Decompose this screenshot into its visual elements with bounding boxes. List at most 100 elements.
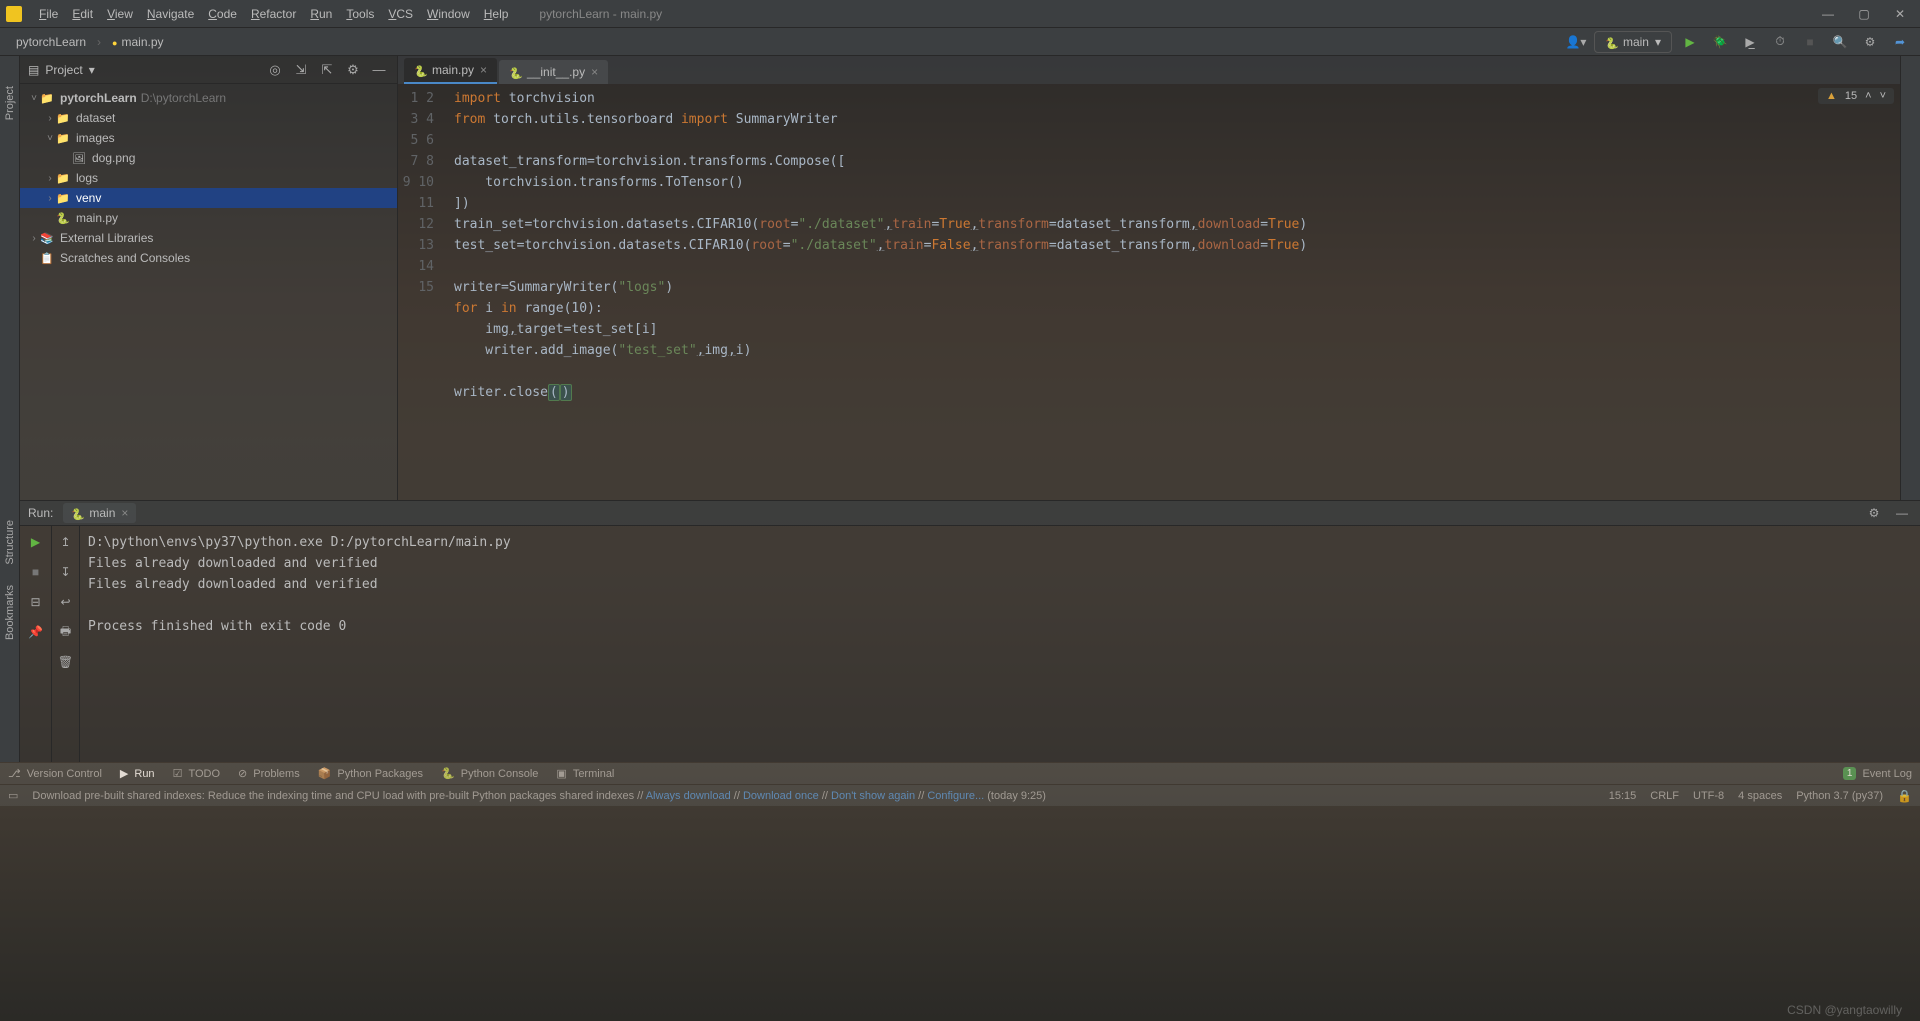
tab-structure[interactable]: Structure [2,510,18,575]
expand-all-icon[interactable]: ⇲ [291,60,311,80]
gear-icon[interactable]: ⚙ [1864,503,1884,523]
menu-file[interactable]: File [32,3,65,25]
clear-icon[interactable]: 🗑 [56,652,76,672]
image-icon: 🖼 [72,152,88,165]
tool-run[interactable]: ▶Run [120,767,155,780]
scratches-consoles[interactable]: 📋 Scratches and Consoles [20,248,397,268]
code-editor[interactable]: import torchvision from torch.utils.tens… [448,84,1900,500]
tree-item-venv[interactable]: ›📁venv [20,188,397,208]
run-tab[interactable]: main × [63,503,136,523]
navigation-bar: pytorchLearn › main.py 👤▾ main ▾ ▶ 🪲 ▶̲ … [0,28,1920,56]
project-panel: ▤ Project ▾ ◎ ⇲ ⇱ ⚙ — ˅ 📁 pytorchLearn D… [20,56,398,500]
breadcrumb-root[interactable]: pytorchLearn [8,32,94,52]
maximize-icon[interactable]: ▢ [1856,6,1872,22]
close-icon[interactable]: ✕ [1892,6,1908,22]
python-icon [414,64,426,76]
debug-button[interactable]: 🪲 [1708,30,1732,54]
tree-item-main-py[interactable]: 🐍main.py [20,208,397,228]
close-icon[interactable]: × [121,506,128,520]
python-icon: 🐍 [56,212,72,225]
breadcrumb-file[interactable]: main.py [104,32,171,52]
minimize-panel-icon[interactable]: — [1892,503,1912,523]
menu-view[interactable]: View [100,3,140,25]
cursor-position[interactable]: 15:15 [1609,790,1637,802]
editor-area: main.py×__init__.py× ▲ 15 ˄ ˅ 1 2 3 4 5 … [398,56,1900,500]
editor-gutter[interactable]: 1 2 3 4 5 6 7 8 9 10 11 12 13 14 15 [398,84,448,500]
profile-button[interactable]: ⏱ [1768,30,1792,54]
menu-help[interactable]: Help [477,3,516,25]
target-icon[interactable]: ◎ [265,60,285,80]
menu-run[interactable]: Run [303,3,339,25]
tool-python-packages[interactable]: 📦Python Packages [318,767,423,780]
run-tool-window: Structure Bookmarks Run: main × ⚙ — ▶ ■ … [0,500,1920,762]
menu-edit[interactable]: Edit [65,3,100,25]
tool-python-console[interactable]: 🐍Python Console [441,767,538,780]
chevron-down-icon: ˅ [28,93,40,104]
interpreter[interactable]: Python 3.7 (py37) [1796,790,1883,802]
rerun-button[interactable]: ▶ [26,532,46,552]
run-button[interactable]: ▶ [1678,30,1702,54]
menu-code[interactable]: Code [201,3,244,25]
editor-tab-main-py[interactable]: main.py× [404,58,497,84]
run-configuration-selector[interactable]: main ▾ [1594,31,1672,53]
menu-tools[interactable]: Tools [339,3,381,25]
close-icon[interactable]: × [591,65,598,79]
editor-tab-__init__-py[interactable]: __init__.py× [499,60,608,84]
tab-project[interactable]: Project [2,76,18,130]
tool-terminal[interactable]: ▣Terminal [556,767,614,780]
file-encoding[interactable]: UTF-8 [1693,790,1724,802]
layout-icon[interactable]: ⊟ [26,592,46,612]
menu-window[interactable]: Window [420,3,477,25]
chevron-down-icon[interactable]: ˅ [1880,90,1886,102]
status-bar: ▭ Download pre-built shared indexes: Red… [0,784,1920,806]
tree-item-dataset[interactable]: ›📁dataset [20,108,397,128]
status-link[interactable]: Configure... [927,790,984,802]
event-log[interactable]: 1Event Log [1843,767,1912,780]
tool-problems[interactable]: ⊘Problems [238,767,300,780]
print-icon[interactable]: 🖶 [56,622,76,642]
status-link[interactable]: Always download [646,790,731,802]
tab-bookmarks[interactable]: Bookmarks [2,575,18,650]
stop-button[interactable]: ■ [1798,30,1822,54]
menu-navigate[interactable]: Navigate [140,3,201,25]
ide-jump-icon[interactable]: ➦ [1888,30,1912,54]
lock-icon[interactable]: 🔒 [1897,789,1912,803]
status-link[interactable]: Don't show again [831,790,915,802]
tree-item-logs[interactable]: ›📁logs [20,168,397,188]
inspection-widget[interactable]: ▲ 15 ˄ ˅ [1818,88,1894,104]
minimize-panel-icon[interactable]: — [369,60,389,80]
folder-icon: ▤ [28,63,39,77]
python-icon [71,507,83,519]
tree-root[interactable]: ˅ 📁 pytorchLearn D:\pytorchLearn [20,88,397,108]
tool-version-control[interactable]: ⎇Version Control [8,767,102,780]
status-link[interactable]: Download once [743,790,819,802]
collapse-all-icon[interactable]: ⇱ [317,60,337,80]
line-separator[interactable]: CRLF [1650,790,1679,802]
close-icon[interactable]: × [480,63,487,77]
menu-vcs[interactable]: VCS [381,3,420,25]
soft-wrap-icon[interactable]: ↩ [56,592,76,612]
notification-icon[interactable]: ▭ [8,789,18,802]
stop-button[interactable]: ■ [26,562,46,582]
coverage-button[interactable]: ▶̲ [1738,30,1762,54]
external-libraries[interactable]: › 📚 External Libraries [20,228,397,248]
status-message: Download pre-built shared indexes: Reduc… [32,790,1594,802]
step-down-icon[interactable]: ↧ [56,562,76,582]
tool-todo[interactable]: ☑TODO [173,767,220,780]
search-icon[interactable]: 🔍 [1828,30,1852,54]
settings-icon[interactable]: ⚙ [1858,30,1882,54]
minimize-icon[interactable]: — [1820,6,1836,22]
chevron-up-icon[interactable]: ˄ [1865,90,1871,102]
step-up-icon[interactable]: ↥ [56,532,76,552]
tree-item-images[interactable]: ˅📁images [20,128,397,148]
console-output[interactable]: D:\python\envs\py37\python.exe D:/pytorc… [80,526,1920,762]
project-view-selector[interactable]: ▤ Project ▾ [28,63,95,77]
pin-icon[interactable]: 📌 [26,622,46,642]
gear-icon[interactable]: ⚙ [343,60,363,80]
menu-refactor[interactable]: Refactor [244,3,303,25]
scratch-icon: 📋 [40,252,56,265]
window-title: pytorchLearn - main.py [539,7,662,21]
add-user-icon[interactable]: 👤▾ [1564,30,1588,54]
tree-item-dog-png[interactable]: 🖼dog.png [20,148,397,168]
indent-setting[interactable]: 4 spaces [1738,790,1782,802]
